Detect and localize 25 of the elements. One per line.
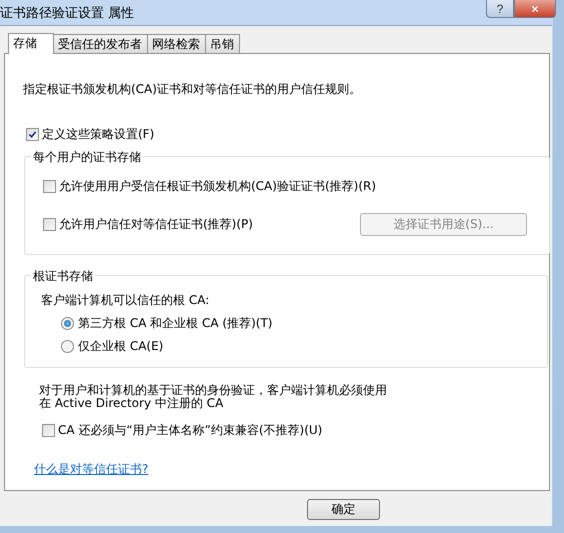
group-title: 根证书存储 (31, 268, 95, 285)
prompt-text: 客户端计算机可以信任的根 CA: (41, 292, 210, 309)
tab[interactable]: 吊销 (205, 34, 240, 53)
help-link[interactable]: 什么是对等信任证书? (34, 461, 148, 478)
checkbox-label: 允许使用用户受信任根证书颁发机构(CA)验证证书(推荐)(R) (59, 178, 376, 195)
checkbox-label: 允许用户信任对等信任证书(推荐)(P) (59, 216, 253, 233)
radio-button[interactable] (61, 340, 74, 353)
tab[interactable]: 网络检索 (147, 34, 206, 53)
checkbox[interactable] (43, 180, 56, 193)
group-title: 每个用户的证书存储 (31, 149, 143, 166)
ok-button[interactable]: 确定 (307, 499, 380, 520)
checkbox[interactable] (42, 424, 55, 437)
radio-label: 第三方根 CA 和企业根 CA (推荐)(T) (78, 315, 272, 332)
radio-label: 仅企业根 CA(E) (78, 338, 164, 355)
tab[interactable]: 存储 (8, 33, 54, 54)
checkbox-label: 定义这些策略设置(F) (42, 126, 154, 143)
tab[interactable]: 受信任的发布者 (53, 34, 148, 53)
window-title: 证书路径验证设置 属性 (0, 5, 134, 22)
description-text: 指定根证书颁发机构(CA)证书和对等信任证书的用户信任规则。 (23, 81, 362, 98)
radio-button[interactable] (61, 317, 74, 330)
checkbox[interactable] (26, 128, 39, 141)
checkbox-label: CA 还必须与“用户主体名称”约束兼容(不推荐)(U) (58, 422, 322, 439)
note-text: 对于用户和计算机的基于证书的身份验证，客户端计算机必须使用在 Active Directory 中注册的 CA (39, 384, 388, 410)
checkbox[interactable] (43, 218, 56, 231)
help-button[interactable]: ? (486, 0, 514, 18)
